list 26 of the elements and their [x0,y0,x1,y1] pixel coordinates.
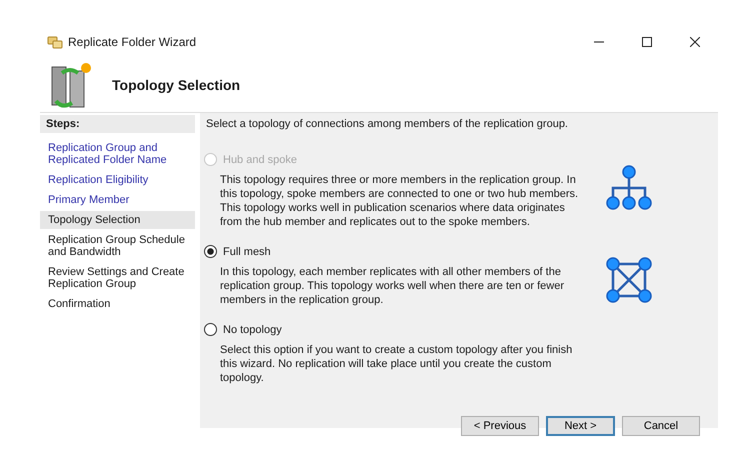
wizard-button[interactable]: Next > [546,416,615,436]
page-title: Topology Selection [112,76,240,92]
radio-option[interactable]: No topology [204,323,586,336]
step-item[interactable]: Primary Member [40,191,195,209]
step-item[interactable]: Confirmation [40,295,195,313]
step-item[interactable]: Review Settings and Create Replication Group [40,263,195,293]
option-description: Select this option if you want to create a custom topology after you finish this wizard. No replication will take place until you create the custom topology. [220,343,574,385]
step-item[interactable]: Replication Group Schedule and Bandwidth [40,231,195,261]
option-description: In this topology, each member replicates with all other members of the replication group. This topology works well when there are ten or fewer members in the replication group. [220,265,566,307]
step-item[interactable]: Replication Eligibility [40,171,195,189]
wizard-button[interactable]: < Previous [461,416,539,436]
radio-option[interactable]: Full mesh [204,245,586,258]
step-item[interactable]: Topology Selection [40,211,195,229]
window-title: Replicate Folder Wizard [68,35,196,49]
step-item[interactable]: Replication Group and Replicated Folder Name [40,139,195,169]
hub-spoke-icon [606,165,652,211]
option-description: This topology requires three or more members in the replication group. In this topology, spoke members are connected to one or two hub members. This topology works well in publication scenarios where data originates from the hub member and replicates out to the spoke members. [220,173,580,229]
wizard-button[interactable]: Cancel [622,416,700,436]
mesh-icon [606,257,652,303]
instruction-text: Select a topology of connections among members of the replication group. [206,118,569,130]
folders-icon [47,34,63,50]
close-icon[interactable] [690,37,700,47]
steps-heading: Steps: [40,115,195,133]
radio-button[interactable] [204,245,217,258]
maximize-icon[interactable] [642,37,652,47]
radio-button[interactable] [204,323,217,336]
